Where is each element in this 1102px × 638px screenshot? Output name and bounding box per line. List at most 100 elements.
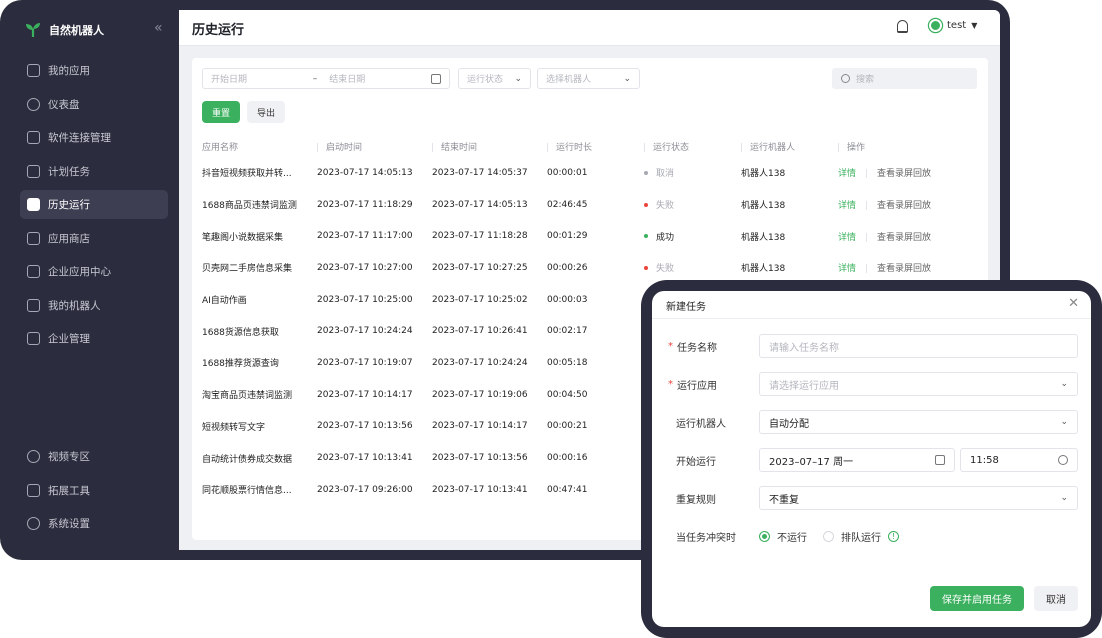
sidebar-item-org[interactable]: 企业管理 — [20, 324, 168, 353]
end-time-cell: 2023-07-17 10:14:17 — [432, 421, 528, 432]
repeat-row: 重复规则 不重复 ⌄ — [652, 486, 1091, 510]
sidebar-item-calendar[interactable]: 计划任务 — [20, 157, 168, 186]
sidebar-item-gear[interactable]: 系统设置 — [20, 509, 168, 538]
column-header-label: 启动时间 — [326, 142, 363, 153]
robot-select-dialog[interactable]: 自动分配 ⌄ — [759, 410, 1078, 434]
replay-link[interactable]: 查看录屏回放 — [877, 169, 931, 179]
duration-cell: 02:46:45 — [547, 199, 588, 210]
replay-link[interactable]: 查看录屏回放 — [877, 233, 931, 243]
start-time-cell: 2023-07-17 10:27:00 — [317, 262, 413, 273]
start-time-cell: 2023-07-17 10:13:41 — [317, 453, 413, 464]
radio-button[interactable] — [823, 531, 834, 542]
ops-divider — [866, 169, 868, 179]
repeat-label: 重复规则 — [676, 495, 716, 506]
dialog-title: 新建任务 — [666, 302, 706, 313]
calendar-icon — [935, 455, 945, 465]
robot-label: 运行机器人 — [676, 419, 726, 430]
table-row[interactable]: 笔趣阁小说数据采集 2023-07-17 11:17:00 2023-07-17 1… — [202, 220, 988, 252]
table-row[interactable]: 抖音短视频获取并转... 2023-07-17 14:05:13 2023-07-1… — [202, 157, 988, 189]
start-time-cell: 2023-07-17 09:26:00 — [317, 484, 413, 495]
sidebar-item-play[interactable]: 视频专区 — [20, 442, 168, 471]
bell-icon[interactable] — [897, 20, 908, 33]
status-badge: 取消 — [644, 166, 674, 179]
conflict-row: 当任务冲突时 不运行 排队运行! — [652, 524, 1091, 548]
status-badge: 失败 — [644, 261, 674, 274]
radio-no-run[interactable]: 不运行 — [759, 529, 807, 544]
repeat-select[interactable]: 不重复 ⌄ — [759, 486, 1078, 510]
sidebar-item-label: 拓展工具 — [48, 484, 90, 497]
link-icon — [27, 131, 40, 144]
sidebar-item-dashboard[interactable]: 仪表盘 — [20, 90, 168, 119]
dialog-header: 新建任务 ✕ — [652, 291, 1091, 319]
task-name-input[interactable]: 请输入任务名称 — [759, 334, 1078, 358]
duration-cell: 00:00:16 — [547, 453, 588, 464]
app-name-cell: 淘宝商品页违禁词监测 — [202, 391, 293, 402]
export-button[interactable]: 导出 — [247, 101, 285, 123]
conflict-label: 当任务冲突时 — [676, 533, 736, 544]
replay-link[interactable]: 查看录屏回放 — [877, 264, 931, 274]
sprout-icon — [26, 23, 40, 37]
duration-cell: 00:04:50 — [547, 389, 588, 400]
detail-link[interactable]: 详情 — [838, 264, 856, 274]
sidebar-item-folder[interactable]: 我的应用 — [20, 56, 168, 85]
sidebar-item-building[interactable]: 企业应用中心 — [20, 257, 168, 286]
folder-icon — [27, 64, 40, 77]
avatar — [929, 19, 942, 32]
save-and-enable-button[interactable]: 保存并启用任务 — [930, 586, 1024, 611]
robot-cell: 机器人138 — [741, 264, 786, 275]
column-header: 操作 — [838, 135, 988, 157]
table-row[interactable]: 贝壳网二手房信息采集 2023-07-17 10:27:00 2023-07-17 … — [202, 252, 988, 284]
app-row: * 运行应用 请选择运行应用 ⌄ — [652, 372, 1091, 396]
sidebar-item-robot[interactable]: 我的机器人 — [20, 291, 168, 320]
column-header: 运行机器人 — [741, 135, 838, 157]
duration-cell: 00:00:03 — [547, 294, 588, 305]
status-cell: 失败 — [644, 189, 741, 221]
cancel-button[interactable]: 取消 — [1034, 586, 1078, 611]
range-separator: – — [312, 73, 318, 84]
status-select[interactable]: 运行状态 ⌄ — [458, 68, 531, 89]
required-mark: * — [668, 379, 673, 390]
end-time-cell: 2023-07-17 10:24:24 — [432, 357, 528, 368]
operations-cell: 详情 查看录屏回放 — [838, 157, 988, 189]
close-icon[interactable]: ✕ — [1068, 296, 1079, 311]
new-task-dialog: 新建任务 ✕ * 任务名称 请输入任务名称 * 运行应用 请选择运行应用 ⌄ 运行机器… — [652, 291, 1091, 627]
duration-cell: 00:05:18 — [547, 357, 588, 368]
task-name-row: * 任务名称 请输入任务名称 — [652, 334, 1091, 358]
sidebar-item-link[interactable]: 软件连接管理 — [20, 123, 168, 152]
start-date-field[interactable]: 2023–07–17 周一 — [759, 448, 955, 472]
column-header-label: 结束时间 — [441, 142, 478, 153]
date-range-picker[interactable]: 开始日期 – 结束日期 — [202, 68, 450, 89]
required-mark: * — [668, 341, 673, 352]
start-date-input[interactable]: 开始日期 — [211, 72, 247, 85]
info-icon[interactable]: ! — [888, 531, 899, 542]
sidebar-item-document[interactable]: 历史运行 — [20, 190, 168, 219]
sidebar-item-label: 视频专区 — [48, 451, 90, 463]
robot-select[interactable]: 选择机器人 ⌄ — [537, 68, 640, 89]
detail-link[interactable]: 详情 — [838, 233, 856, 243]
brand-name: 自然机器人 — [49, 24, 104, 37]
column-header-label: 应用名称 — [202, 142, 239, 153]
sidebar-item-label: 企业应用中心 — [48, 266, 111, 278]
end-date-input[interactable]: 结束日期 — [329, 72, 365, 85]
caret-down-icon: ▼ — [971, 21, 978, 30]
detail-link[interactable]: 详情 — [838, 201, 856, 211]
detail-link[interactable]: 详情 — [838, 169, 856, 179]
store-icon — [27, 231, 40, 245]
radio-button-checked[interactable] — [759, 531, 770, 542]
user-menu[interactable]: test ▼ — [929, 19, 977, 32]
collapse-sidebar-icon[interactable]: « — [154, 20, 163, 36]
reset-button[interactable]: 重置 — [202, 101, 240, 123]
status-label: 失败 — [656, 264, 675, 275]
table-row[interactable]: 1688商品页违禁词监测 2023-07-17 11:18:29 2023-07-1… — [202, 189, 988, 221]
radio-queue-run[interactable]: 排队运行! — [823, 529, 899, 544]
ops-divider — [866, 264, 868, 274]
start-time-field[interactable]: 11:58 — [960, 448, 1078, 472]
column-header: 结束时间 — [432, 135, 547, 157]
sidebar-item-puzzle[interactable]: 拓展工具 — [20, 476, 168, 505]
start-row: 开始运行 2023–07–17 周一 11:58 — [652, 448, 1091, 472]
sidebar-item-store[interactable]: 应用商店 — [20, 224, 168, 253]
app-select[interactable]: 请选择运行应用 ⌄ — [759, 372, 1078, 396]
search-input[interactable]: 搜索 — [832, 68, 977, 89]
replay-link[interactable]: 查看录屏回放 — [877, 201, 931, 211]
document-icon — [27, 198, 40, 211]
